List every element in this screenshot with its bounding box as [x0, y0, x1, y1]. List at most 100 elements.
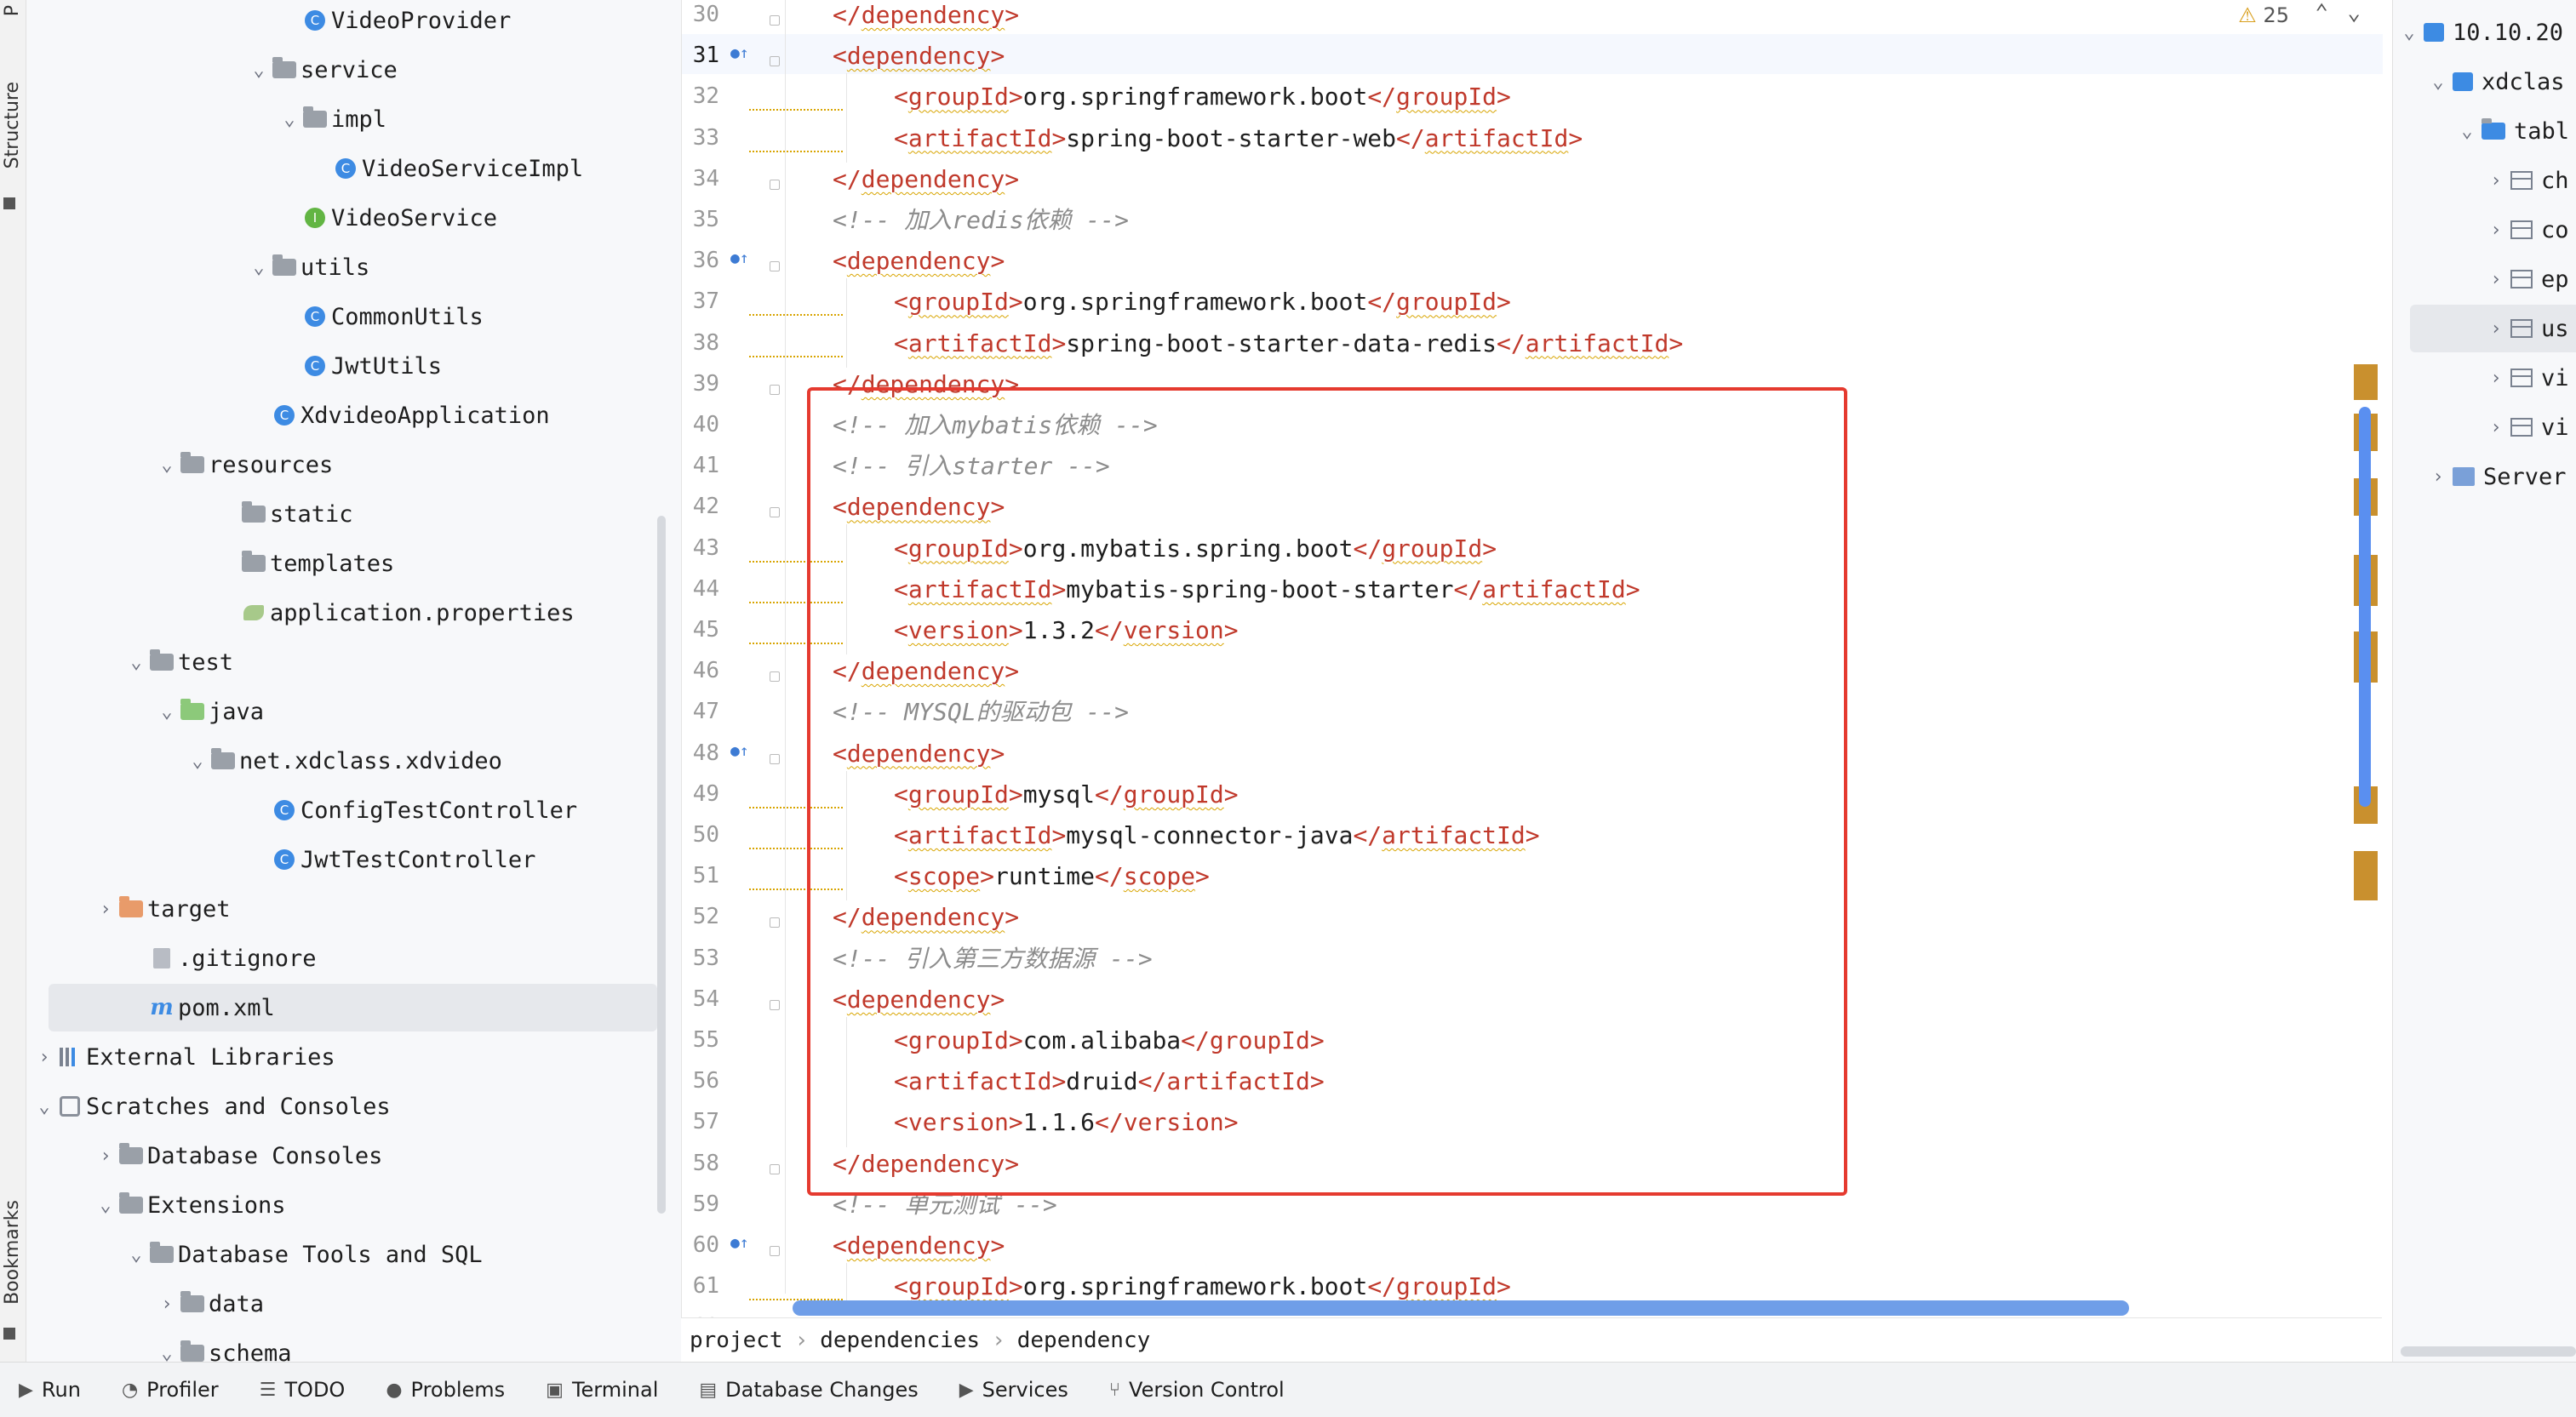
services-tool-button[interactable]: ▶ Services: [959, 1378, 1068, 1402]
chevron-down-icon[interactable]: ⌄: [2429, 71, 2447, 93]
database-changes-tool-button[interactable]: ▤ Database Changes: [699, 1378, 918, 1402]
fold-marker-icon[interactable]: [770, 753, 780, 764]
chevron-down-icon[interactable]: ⌄: [188, 751, 207, 772]
fold-marker-icon[interactable]: [770, 1163, 780, 1174]
fold-marker-icon[interactable]: [770, 507, 780, 518]
chevron-down-icon[interactable]: ⌄: [157, 454, 176, 476]
database-tree-item[interactable]: › Server: [2393, 453, 2566, 500]
next-highlight-icon[interactable]: ⌄: [2347, 0, 2361, 26]
tree-item[interactable]: ⌄ java: [26, 688, 681, 735]
chevron-right-icon[interactable]: ›: [96, 1146, 115, 1167]
database-tree-item[interactable]: ⌄ xdclas: [2393, 58, 2564, 106]
project-tree-scrollbar[interactable]: [657, 516, 666, 1214]
chevron-down-icon[interactable]: ⌄: [127, 1244, 146, 1266]
terminal-tool-button[interactable]: ▣ Terminal: [546, 1378, 658, 1402]
chevron-down-icon[interactable]: ⌄: [157, 701, 176, 723]
tree-item[interactable]: ⌄ Extensions: [26, 1181, 681, 1229]
tree-item[interactable]: templates: [26, 540, 681, 587]
tree-item[interactable]: › target: [26, 885, 681, 933]
tree-item[interactable]: m pom.xml: [49, 984, 657, 1031]
chevron-right-icon[interactable]: ›: [2487, 269, 2505, 290]
implementation-gutter-icon[interactable]: ●↑: [730, 249, 749, 267]
tree-item[interactable]: C JwtTestController: [26, 836, 681, 883]
chevron-right-icon[interactable]: ›: [157, 1294, 176, 1315]
chevron-right-icon[interactable]: ›: [96, 899, 115, 920]
todo-tool-button[interactable]: ☰ TODO: [260, 1378, 346, 1402]
tree-item[interactable]: ⌄ impl: [26, 95, 681, 143]
fold-marker-icon[interactable]: [770, 999, 780, 1010]
tree-item[interactable]: ⌄ net.xdclass.xdvideo: [26, 737, 681, 785]
breadcrumb-item[interactable]: project: [690, 1328, 783, 1353]
tree-item[interactable]: C ConfigTestController: [26, 786, 681, 834]
tree-item[interactable]: C CommonUtils: [26, 293, 681, 340]
implementation-gutter-icon[interactable]: ●↑: [730, 44, 749, 62]
version-control-tool-button[interactable]: ⑂ Version Control: [1109, 1378, 1285, 1402]
run-tool-button[interactable]: ▶ Run: [19, 1378, 81, 1402]
breadcrumb-item[interactable]: dependencies: [820, 1328, 980, 1353]
tree-item[interactable]: C JwtUtils: [26, 342, 681, 390]
database-tree-item[interactable]: ⌄ 10.10.20: [2393, 9, 2563, 56]
fold-marker-icon[interactable]: [770, 1246, 780, 1256]
database-tree-item[interactable]: › ch: [2393, 157, 2568, 204]
chevron-right-icon[interactable]: ›: [2487, 318, 2505, 340]
scroll-marker[interactable]: [2354, 851, 2378, 900]
chevron-down-icon[interactable]: ⌄: [35, 1096, 54, 1117]
chevron-down-icon[interactable]: ⌄: [2400, 22, 2419, 43]
tree-item[interactable]: C XdvideoApplication: [26, 391, 681, 439]
problems-tool-button[interactable]: ● Problems: [386, 1378, 505, 1402]
chevron-right-icon[interactable]: ›: [35, 1047, 54, 1068]
database-tree-item[interactable]: › us: [2410, 305, 2576, 352]
structure-tool-tab[interactable]: Structure: [2, 82, 23, 169]
fold-marker-icon[interactable]: [770, 56, 780, 67]
tree-item[interactable]: static: [26, 490, 681, 538]
implementation-gutter-icon[interactable]: ●↑: [730, 1234, 749, 1252]
tree-item[interactable]: › Database Consoles: [26, 1132, 681, 1180]
fold-marker-icon[interactable]: [770, 261, 780, 272]
tree-item[interactable]: application.properties: [26, 589, 681, 637]
tree-item[interactable]: ⌄ Database Tools and SQL: [26, 1231, 681, 1278]
scroll-marker[interactable]: [2354, 364, 2378, 400]
tree-item[interactable]: ⌄ Scratches and Consoles: [26, 1083, 681, 1130]
database-tree-item[interactable]: › vi: [2393, 403, 2568, 451]
tree-item[interactable]: › data: [26, 1280, 681, 1328]
database-tree-item[interactable]: › ep: [2393, 255, 2568, 303]
code-editor[interactable]: 30 31 ●↑ 32 33 34 35 36 ●↑ 37 38 39 40 41 42 43 44 45 46 47…: [681, 0, 2383, 1317]
database-tree-item[interactable]: › vi: [2393, 354, 2568, 402]
database-tree-item[interactable]: › co: [2393, 206, 2568, 254]
fold-marker-icon[interactable]: [770, 671, 780, 683]
profiler-tool-button[interactable]: ◔ Profiler: [122, 1378, 219, 1402]
implementation-gutter-icon[interactable]: ●↑: [730, 742, 749, 760]
fold-marker-icon[interactable]: [770, 15, 780, 26]
prev-highlight-icon[interactable]: ⌃: [2315, 0, 2328, 26]
chevron-down-icon[interactable]: ⌄: [96, 1195, 115, 1216]
bookmarks-tool-tab[interactable]: Bookmarks: [2, 1200, 23, 1305]
chevron-down-icon[interactable]: ⌄: [2458, 121, 2476, 142]
chevron-down-icon[interactable]: ⌄: [249, 60, 268, 81]
tree-item[interactable]: › External Libraries: [26, 1033, 681, 1081]
tree-item[interactable]: .gitignore: [26, 934, 681, 982]
tree-item[interactable]: I VideoService: [26, 194, 681, 242]
chevron-down-icon[interactable]: ⌄: [280, 109, 299, 130]
breadcrumb-item[interactable]: dependency: [1017, 1328, 1151, 1353]
warnings-indicator[interactable]: ⚠ 25: [2238, 3, 2289, 27]
chevron-right-icon[interactable]: ›: [2429, 466, 2447, 488]
chevron-right-icon[interactable]: ›: [2487, 368, 2505, 389]
tree-item[interactable]: ⌄ schema: [26, 1329, 681, 1362]
chevron-down-icon[interactable]: ⌄: [157, 1343, 176, 1363]
editor-horizontal-scrollbar[interactable]: [793, 1300, 2129, 1316]
tree-item[interactable]: ⌄ service: [26, 46, 681, 94]
database-panel-scrollbar[interactable]: [2401, 1346, 2576, 1357]
chevron-down-icon[interactable]: ⌄: [249, 257, 268, 278]
fold-marker-icon[interactable]: [770, 917, 780, 928]
tree-item[interactable]: C VideoProvider: [26, 0, 681, 44]
project-tool-tab[interactable]: P: [2, 5, 23, 16]
chevron-down-icon[interactable]: ⌄: [127, 652, 146, 673]
chevron-right-icon[interactable]: ›: [2487, 170, 2505, 191]
chevron-right-icon[interactable]: ›: [2487, 417, 2505, 438]
tree-item[interactable]: C VideoServiceImpl: [26, 145, 681, 192]
fold-marker-icon[interactable]: [770, 179, 780, 190]
tree-item[interactable]: ⌄ resources: [26, 441, 681, 489]
fold-marker-icon[interactable]: [770, 384, 780, 395]
editor-vertical-scrollbar[interactable]: [2359, 407, 2371, 807]
database-tree-item[interactable]: ⌄ tabl: [2393, 107, 2569, 155]
